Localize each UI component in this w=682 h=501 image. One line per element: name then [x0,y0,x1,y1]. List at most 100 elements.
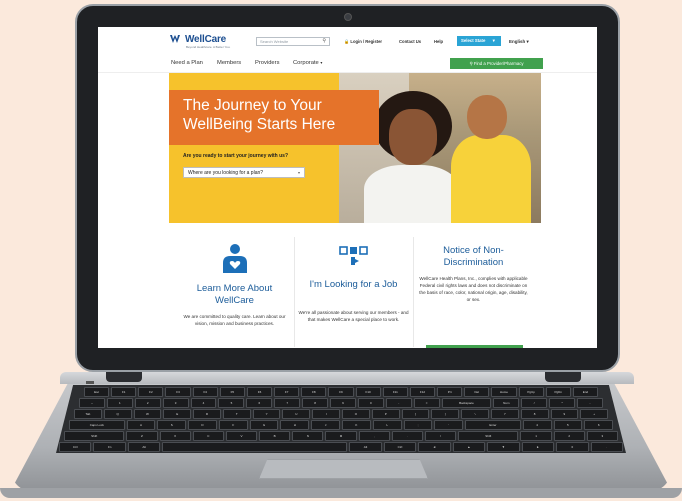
keyboard-key[interactable]: Alt [349,442,382,452]
keyboard-key[interactable]: W [133,409,162,419]
keyboard-key[interactable]: V [225,431,258,441]
keyboard-key[interactable]: End [572,387,598,397]
keyboard-key[interactable]: ◄ [418,442,451,452]
keyboard-key[interactable]: 5 [553,420,583,430]
keyboard-key[interactable]: . [391,431,423,441]
keyboard-key[interactable]: = [413,398,440,408]
keyboard-key[interactable]: / [424,431,457,441]
keyboard-key[interactable]: C [192,431,224,441]
keyboard-key[interactable]: U [282,409,311,419]
keyboard-key[interactable]: ▼ [487,442,520,452]
keyboard-key[interactable]: Y [252,409,281,419]
keyboard-key[interactable]: G [249,420,279,430]
read-more-button[interactable] [426,345,523,348]
login-register-link[interactable]: 🔒 Login / Register [344,39,382,45]
keyboard-key[interactable]: B [259,431,291,441]
keyboard-key[interactable]: I [312,409,341,419]
language-dropdown[interactable]: English ▾ [509,39,529,45]
keyboard-key[interactable]: 7 [274,398,301,408]
find-provider-button[interactable]: ⚲ Find a Provider/Pharmacy [450,58,543,69]
keyboard-key[interactable]: , [358,431,390,441]
keyboard-key[interactable] [162,442,348,452]
keyboard-key[interactable]: P [371,409,400,419]
keyboard-key[interactable]: 6 [584,420,614,430]
keyboard-key[interactable]: F3 [165,387,191,397]
keyboard-key[interactable]: F8 [301,387,327,397]
keyboard-key[interactable]: 0 [357,398,384,408]
keyboard-key[interactable]: / [521,398,548,408]
plan-location-select[interactable]: Where are you looking for a plan? ▾ [183,167,305,178]
keyboard-key[interactable]: Shift [64,431,125,441]
keyboard-key[interactable]: ; [403,420,433,430]
keyboard-key[interactable]: 9 [330,398,356,408]
keyboard-key[interactable]: 4 [522,420,552,430]
keyboard-key[interactable]: Shift [458,431,519,441]
keyboard-key[interactable]: * [549,398,576,408]
keyboard-key[interactable]: 1 [520,431,552,441]
keyboard-key[interactable]: F2 [138,387,164,397]
touchpad[interactable] [259,459,428,479]
keyboard-key[interactable]: 2 [134,398,161,408]
nav-members[interactable]: Members [217,60,241,66]
keyboard-key[interactable]: X [159,431,191,441]
keyboard-key[interactable]: \ [461,409,489,419]
keyboard-key[interactable]: O [342,409,370,419]
keyboard-key[interactable]: ▲ [452,442,486,452]
keyboard-key[interactable]: Home [491,387,517,397]
card-notice[interactable]: Notice of Non-Discrimination WellCare He… [418,233,529,348]
keyboard-key[interactable]: 1 [106,398,133,408]
keyboard-key[interactable]: 3 [162,398,189,408]
keyboard-key[interactable]: ] [431,409,460,419]
keyboard-key[interactable]: F4 [192,387,218,397]
search-input[interactable]: Search Website ⚲ [256,37,330,46]
keyboard-key[interactable]: 2 [553,431,585,441]
keyboard-key[interactable]: F10 [355,387,381,397]
keyboard-key[interactable]: Caps Lock [69,420,125,430]
keyboard-key[interactable]: Q [103,409,132,419]
help-link[interactable]: Help [434,39,443,44]
keyboard-key[interactable]: F [218,420,248,430]
keyboard-key[interactable]: Alt [127,442,161,452]
keyboard-key[interactable]: 9 [550,409,579,419]
keyboard-key[interactable]: ► [521,442,555,452]
keyboard-key[interactable]: Ctrl [383,442,417,452]
keyboard-key[interactable]: M [325,431,357,441]
select-state-dropdown[interactable]: Select State ▾ [457,36,501,46]
keyboard-key[interactable]: J [311,420,341,430]
keyboard-key[interactable]: S [157,420,187,430]
card-job[interactable]: I'm Looking for a Job We're all passiona… [298,233,409,348]
search-icon[interactable]: ⚲ [322,38,326,44]
keyboard-key[interactable]: ~ [79,398,105,408]
keyboard-key[interactable]: 4 [190,398,217,408]
keyboard-key[interactable]: ' [434,420,464,430]
keyboard-key[interactable]: Ctrl [59,442,92,452]
keyboard-key[interactable]: + [580,409,609,419]
keyboard-key[interactable]: 6 [246,398,273,408]
keyboard-key[interactable]: Tab [74,409,102,419]
keyboard-key[interactable]: Prt [437,387,463,397]
keyboard-key[interactable]: Enter [465,420,521,430]
keyboard-key[interactable]: R [193,409,221,419]
keyboard-key[interactable]: - [577,398,603,408]
keyboard-key[interactable]: . [590,442,623,452]
keyboard-key[interactable]: E [163,409,192,419]
keyboard-key[interactable]: 0 [556,442,589,452]
keyboard-key[interactable]: K [342,420,371,430]
keyboard-key[interactable]: 3 [586,431,618,441]
keyboard-key[interactable]: H [280,420,310,430]
keyboard-key[interactable]: F6 [246,387,273,397]
keyboard-key[interactable]: Z [126,431,158,441]
keyboard-key[interactable]: F11 [382,387,408,397]
keyboard-key[interactable]: PgUp [518,387,544,397]
keyboard-key[interactable]: F1 [111,387,137,397]
keyboard-key[interactable]: T [222,409,251,419]
nav-providers[interactable]: Providers [255,60,279,66]
keyboard-key[interactable]: 5 [218,398,245,408]
keyboard-key[interactable]: Esc [84,387,110,397]
card-learn-more[interactable]: Learn More About WellCare We are committ… [179,233,290,348]
keyboard-key[interactable]: F5 [219,387,245,397]
keyboard-key[interactable]: 8 [302,398,329,408]
keyboard-key[interactable]: Del [464,387,490,397]
keyboard-key[interactable]: F7 [274,387,300,397]
keyboard-key[interactable]: 7 [490,409,519,419]
